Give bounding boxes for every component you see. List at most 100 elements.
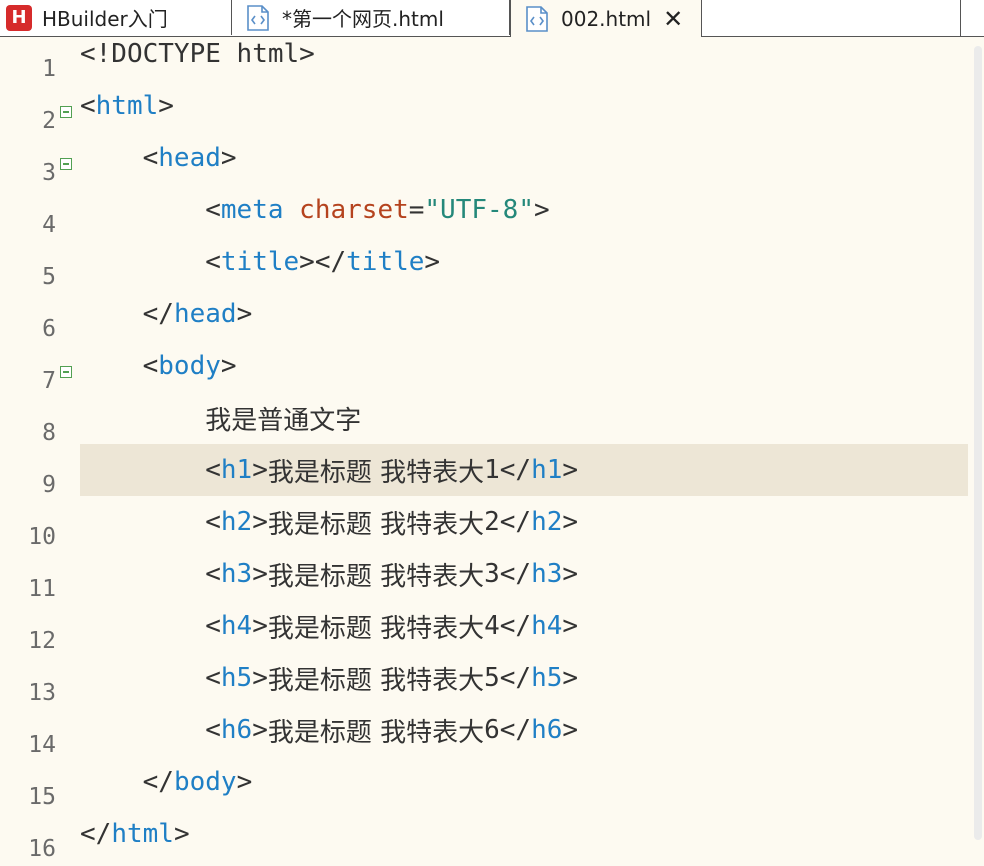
line-number: 2 (42, 108, 56, 134)
code-token: 我是标题 我特表大 (267, 509, 485, 540)
code-token: < (205, 247, 221, 277)
code-token: head (173, 299, 237, 329)
line-number: 13 (28, 680, 56, 706)
close-icon[interactable]: ✕ (663, 7, 683, 31)
line-number: 16 (28, 836, 56, 862)
code-line[interactable]: < h5 > 我是标题 我特表大 5</h5 > (80, 652, 968, 704)
code-token: 我是普通文字 (205, 405, 362, 436)
line-number: 11 (28, 576, 56, 602)
code-token: < (205, 663, 221, 693)
code-token: < (205, 715, 221, 745)
code-token: 我是标题 我特表大 (267, 717, 485, 748)
tab-002-html[interactable]: 002.html ✕ (510, 0, 702, 37)
code-token: ></ (299, 247, 347, 277)
code-line[interactable]: 我是普通文字 (80, 392, 968, 444)
fold-collapse-icon[interactable] (60, 106, 72, 118)
code-token: title (346, 247, 425, 277)
code-token: = (408, 195, 425, 225)
code-token: h4 (531, 611, 563, 641)
code-token: h3 (220, 559, 253, 589)
code-token: > (252, 559, 268, 589)
code-token: h6 (531, 715, 563, 745)
code-line[interactable]: < body > (80, 340, 968, 392)
code-token: < (80, 91, 96, 121)
code-token: > (252, 455, 268, 485)
code-token: </ (80, 819, 112, 849)
code-token: > (533, 195, 550, 225)
code-token: html> (220, 39, 315, 69)
code-token: h1 (220, 455, 253, 485)
code-line[interactable]: </html > (80, 808, 968, 860)
code-token: > (562, 715, 579, 745)
code-token: </ (142, 299, 174, 329)
code-token: h1 (531, 455, 563, 485)
line-number: 9 (42, 472, 56, 498)
code-token: > (158, 91, 174, 121)
code-editor[interactable]: 1 2 3 4 5 6 7 8 9 10 11 12 13 14 15 16 <!DOCTYPE html> <… (0, 36, 984, 866)
code-token: < (205, 455, 221, 485)
code-token: > (220, 143, 237, 173)
code-token: < (205, 195, 221, 225)
code-token: < (205, 611, 221, 641)
code-token: </ (142, 767, 174, 797)
line-number: 1 (42, 56, 56, 82)
code-token: head (158, 143, 221, 173)
code-token: 1</ (484, 455, 532, 485)
current-code-line[interactable]: < h1 > 我是标题 我特表大 1</h1 > (80, 444, 968, 496)
code-token: 5</ (484, 663, 532, 693)
code-token: > (562, 611, 579, 641)
scrollbar-thumb[interactable] (974, 46, 982, 840)
line-number: 14 (28, 732, 56, 758)
code-line[interactable]: < h2 > 我是标题 我特表大 2</h2 > (80, 496, 968, 548)
line-number: 3 (42, 160, 56, 186)
code-token: 我是标题 我特表大 (267, 613, 485, 644)
code-token: 我是标题 我特表大 (267, 457, 485, 488)
code-token: < (205, 507, 221, 537)
line-number-gutter: 1 2 3 4 5 6 7 8 9 10 11 12 13 14 15 16 (0, 36, 80, 866)
code-token: 2</ (484, 507, 532, 537)
code-token: h5 (220, 663, 253, 693)
fold-collapse-icon[interactable] (60, 366, 72, 378)
code-token: > (220, 351, 237, 381)
fold-collapse-icon[interactable] (60, 158, 72, 170)
code-line[interactable]: < title ></title > (80, 236, 968, 288)
code-line[interactable]: </body > (80, 756, 968, 808)
code-token: 3</ (484, 559, 532, 589)
code-line[interactable]: < html > (80, 80, 968, 132)
code-token: > (252, 507, 268, 537)
code-token: h4 (220, 611, 253, 641)
code-token: 我是标题 我特表大 (267, 665, 485, 696)
code-line[interactable]: < h3 > 我是标题 我特表大 3</h3 > (80, 548, 968, 600)
code-token: > (562, 663, 579, 693)
code-line[interactable]: </head > (80, 288, 968, 340)
code-line[interactable]: < h4 > 我是标题 我特表大 4</h4 > (80, 600, 968, 652)
code-token: > (252, 611, 268, 641)
line-number: 15 (28, 784, 56, 810)
line-number: 4 (42, 212, 56, 238)
code-token: > (236, 299, 253, 329)
code-line[interactable]: < head > (80, 132, 968, 184)
code-token: > (562, 507, 579, 537)
code-token: h2 (531, 507, 563, 537)
code-line[interactable]: < meta charset = "UTF-8" > (80, 184, 968, 236)
line-number: 12 (28, 628, 56, 654)
code-token: > (173, 819, 190, 849)
line-number: 6 (42, 316, 56, 342)
html-file-icon (526, 5, 548, 32)
code-token: "UTF-8" (424, 195, 534, 225)
code-token: body (173, 767, 237, 797)
code-line[interactable]: < h6 > 我是标题 我特表大 6</h6 > (80, 704, 968, 756)
line-number: 7 (42, 368, 56, 394)
hbuilder-logo-icon: H (6, 4, 32, 31)
